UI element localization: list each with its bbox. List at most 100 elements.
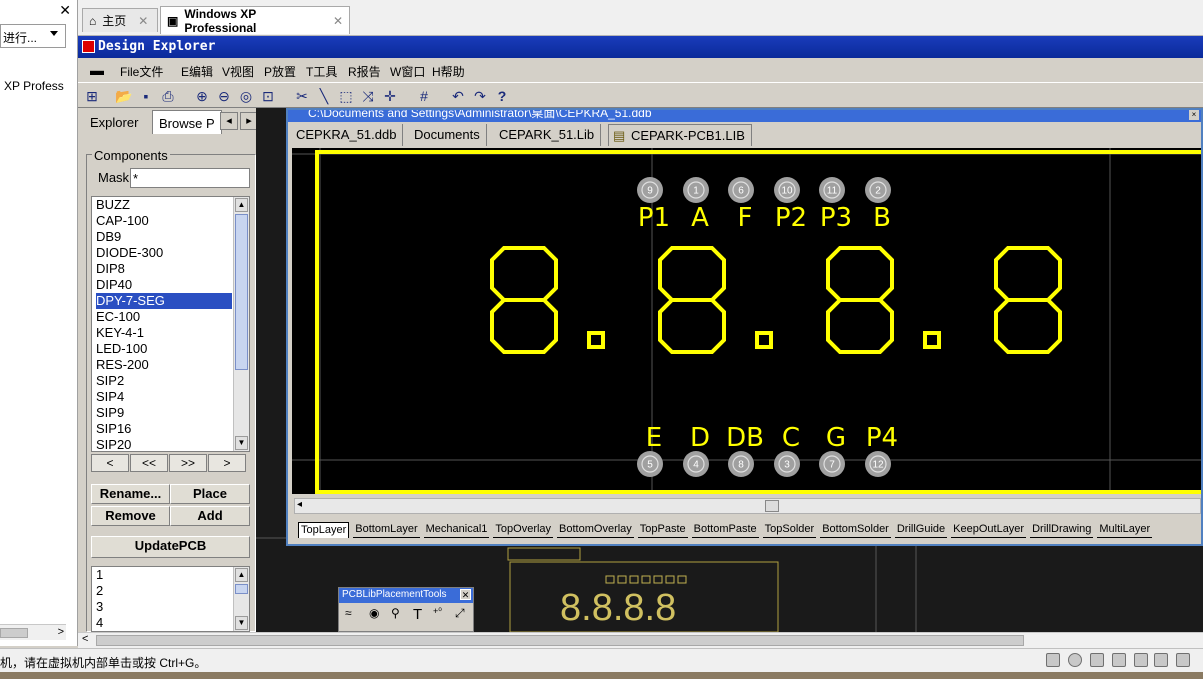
tab-explorer[interactable]: Explorer <box>84 110 144 134</box>
scroll-left-icon[interactable]: ◂ <box>297 499 302 510</box>
disk-icon[interactable] <box>1068 653 1082 667</box>
line-tool-icon[interactable]: ≈ <box>345 606 352 620</box>
scroll-up-icon[interactable]: ▲ <box>235 568 248 582</box>
component-item[interactable]: DIP8 <box>96 261 232 277</box>
menu-help[interactable]: H帮助 <box>432 63 465 80</box>
component-item[interactable]: KEY-4-1 <box>96 325 232 341</box>
usb-icon[interactable] <box>1154 653 1168 667</box>
top-pad[interactable]: 9 <box>637 177 663 203</box>
scroll-down-icon[interactable]: ▼ <box>235 436 248 450</box>
pad-item[interactable]: 3 <box>96 599 103 615</box>
component-item[interactable]: SIP2 <box>96 373 232 389</box>
display-icon[interactable] <box>1090 653 1104 667</box>
pad-list-scrollbar[interactable]: ▲ ▼ <box>233 567 249 631</box>
tab-prev-icon[interactable]: ◂ <box>220 112 238 130</box>
top-pad[interactable]: 11 <box>819 177 845 203</box>
layer-tab[interactable]: KeepOutLayer <box>951 522 1027 538</box>
help-icon[interactable]: ? <box>492 86 512 106</box>
scroll-right-icon[interactable]: > <box>58 626 64 638</box>
scroll-left-icon[interactable]: < <box>82 633 88 645</box>
rename-button[interactable]: Rename... <box>91 484 170 504</box>
layer-tab[interactable]: BottomPaste <box>691 522 759 538</box>
menu-reports[interactable]: R报告 <box>348 63 381 80</box>
prev-button[interactable]: << <box>130 454 168 472</box>
sidebar-close-icon[interactable]: ✕ <box>59 2 71 19</box>
layer-tab[interactable]: DrillGuide <box>894 522 948 538</box>
layer-tab[interactable]: TopLayer <box>298 522 350 538</box>
component-item[interactable]: SIP9 <box>96 405 232 421</box>
explorer-toggle-icon[interactable]: ⊞ <box>82 86 102 106</box>
top-pad[interactable]: 1 <box>683 177 709 203</box>
scroll-thumb[interactable] <box>235 214 248 370</box>
remove-button[interactable]: Remove <box>91 506 170 526</box>
top-pad[interactable]: 2 <box>865 177 891 203</box>
layer-tab[interactable]: DrillDrawing <box>1030 522 1094 538</box>
pad-tool-icon[interactable]: ◉ <box>369 606 379 620</box>
zoom-fit-icon[interactable]: ⊡ <box>258 86 278 106</box>
component-item[interactable]: BUZZ <box>96 197 232 213</box>
component-item[interactable]: DIP40 <box>96 277 232 293</box>
add-button[interactable]: Add <box>170 506 250 526</box>
place-button[interactable]: Place <box>170 484 250 504</box>
zoom-area-icon[interactable]: ◎ <box>236 86 256 106</box>
component-item[interactable]: EC-100 <box>96 309 232 325</box>
deselect-icon[interactable]: ⤨ <box>358 86 378 106</box>
pad-list[interactable]: 1 2 3 4 ▲ ▼ <box>91 566 250 632</box>
wire-icon[interactable]: ╲ <box>314 86 334 106</box>
component-item[interactable]: RES-200 <box>96 357 232 373</box>
message-icon[interactable] <box>1176 653 1190 667</box>
component-item[interactable]: DIODE-300 <box>96 245 232 261</box>
tab-documents[interactable]: Documents <box>408 124 487 146</box>
bottom-pad[interactable]: 5 <box>637 451 663 477</box>
component-item[interactable]: SIP16 <box>96 421 232 437</box>
menu-window[interactable]: W窗口 <box>390 63 425 80</box>
canvas-scrollbar[interactable]: ◂ <box>294 498 1201 514</box>
component-item[interactable]: LED-100 <box>96 341 232 357</box>
chevron-down-icon[interactable] <box>50 31 58 36</box>
menu-edit[interactable]: E编辑 <box>181 63 213 80</box>
last-button[interactable]: > <box>208 454 246 472</box>
coordinate-tool-icon[interactable]: +⁰ <box>433 606 442 617</box>
pad-item[interactable]: 1 <box>96 567 103 583</box>
next-button[interactable]: >> <box>169 454 207 472</box>
component-item[interactable]: SIP4 <box>96 389 232 405</box>
bottom-pad[interactable]: 7 <box>819 451 845 477</box>
save-icon[interactable]: ▪ <box>136 86 156 106</box>
undo-icon[interactable]: ↶ <box>448 86 468 106</box>
vm-list-item[interactable]: XP Profess <box>0 78 78 96</box>
scroll-thumb[interactable] <box>235 584 248 594</box>
sidebar-scrollbar[interactable]: > <box>0 624 66 640</box>
layer-tab[interactable]: Mechanical1 <box>423 522 490 538</box>
component-list[interactable]: BUZZ CAP-100 DB9 DIODE-300 DIP8 DIP40 DPY-7-SE… <box>91 196 250 452</box>
layer-tab[interactable]: TopSolder <box>762 522 817 538</box>
tab-close-icon[interactable]: ✕ <box>138 14 148 28</box>
tab-vm[interactable]: ▣ Windows XP Professional ✕ <box>160 6 350 35</box>
pad-item[interactable]: 2 <box>96 583 103 599</box>
tab-close-icon[interactable]: ✕ <box>333 14 343 28</box>
component-item[interactable]: DPY-7-SEG <box>96 293 232 309</box>
component-list-scrollbar[interactable]: ▲ ▼ <box>233 197 249 451</box>
layer-tab[interactable]: TopPaste <box>637 522 688 538</box>
component-item[interactable]: SIP20 <box>96 437 232 451</box>
scroll-thumb[interactable] <box>0 628 28 638</box>
network-icon[interactable] <box>1046 653 1060 667</box>
tab-home[interactable]: ⌂ 主页 ✕ <box>82 8 158 32</box>
layer-tab[interactable]: BottomLayer <box>353 522 420 538</box>
update-pcb-button[interactable]: UpdatePCB <box>91 536 250 558</box>
grid-icon[interactable]: # <box>414 86 434 106</box>
zoom-in-icon[interactable]: ⊕ <box>192 86 212 106</box>
close-icon[interactable]: × <box>1189 110 1199 120</box>
tab-ddb[interactable]: CEPKRA_51.ddb <box>290 124 404 146</box>
menu-view[interactable]: V视图 <box>222 63 254 80</box>
tab-pcb-lib[interactable]: ▤ CEPARK-PCB1.LIB <box>608 124 752 146</box>
bottom-pad[interactable]: 3 <box>774 451 800 477</box>
top-pad[interactable]: 6 <box>728 177 754 203</box>
scroll-thumb[interactable] <box>765 500 779 512</box>
scroll-thumb[interactable] <box>96 635 1024 646</box>
footprint-drawing[interactable]: 9 P1 1 A 6 F 10 P2 11 P3 2 B 5 E 4 D 8 DB 3 C 7 G 12 P4 <box>292 148 1201 494</box>
tab-lib[interactable]: CEPARK_51.Lib <box>493 124 602 146</box>
redo-icon[interactable]: ↷ <box>470 86 490 106</box>
move-icon[interactable]: ✛ <box>380 86 400 106</box>
layer-tab[interactable]: BottomOverlay <box>557 522 634 538</box>
menu-place[interactable]: P放置 <box>264 63 296 80</box>
